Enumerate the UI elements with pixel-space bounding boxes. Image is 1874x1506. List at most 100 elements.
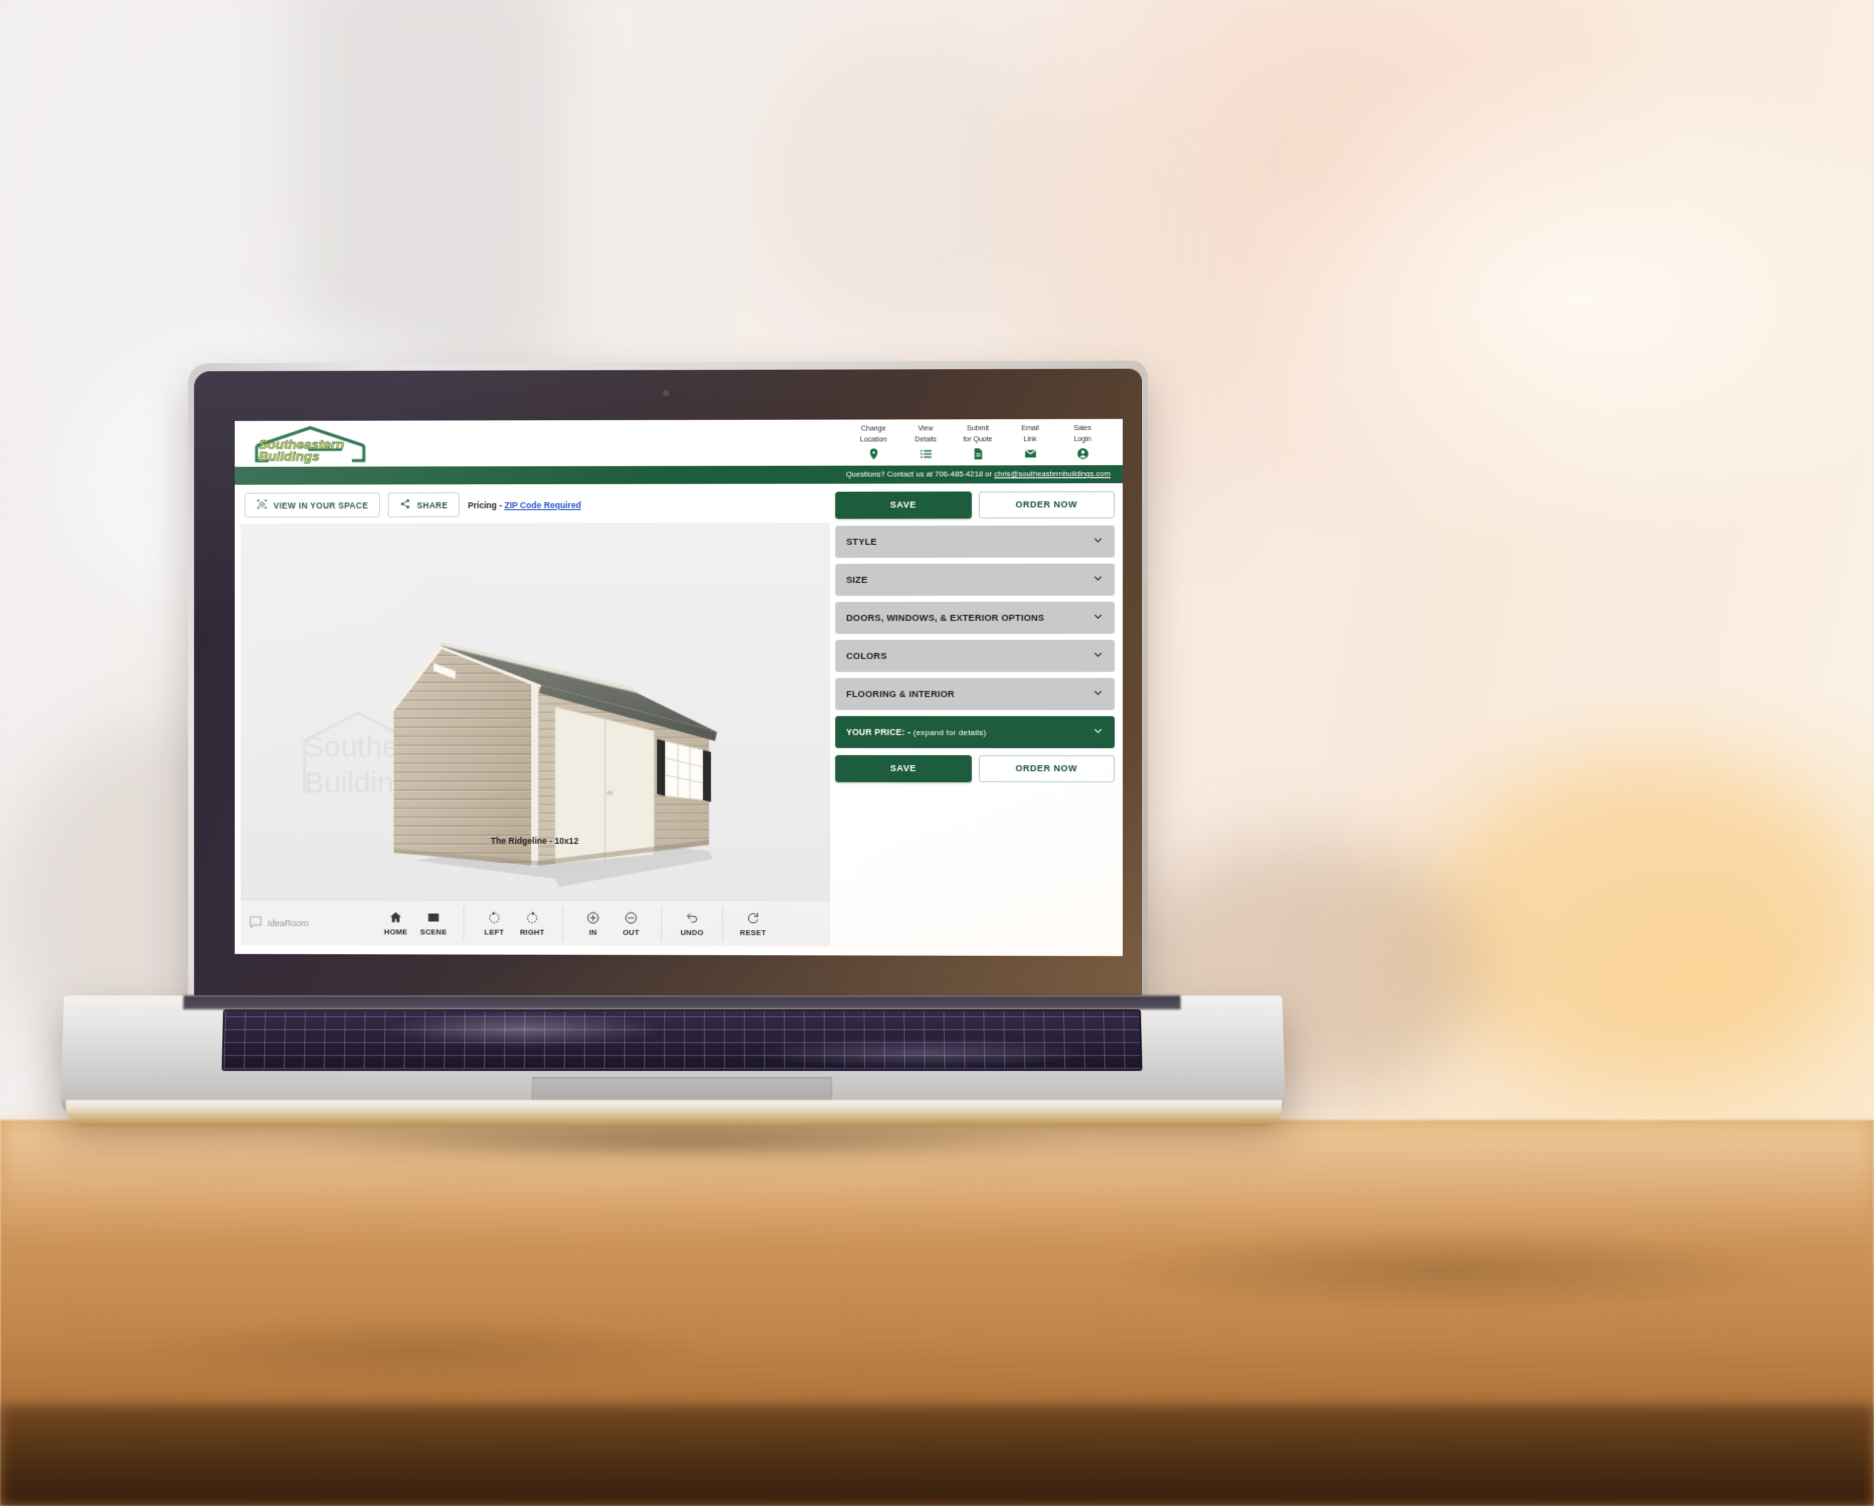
idearoom-branding: IdeaRoom xyxy=(249,915,366,931)
southeastern-buildings-logo[interactable]: Southeastern Buildings xyxy=(247,424,374,464)
scene-button[interactable]: SCENE xyxy=(415,910,453,936)
nav-label-line1: Email xyxy=(1021,423,1039,433)
nav-submit-for-quote[interactable]: Submit for Quote xyxy=(952,423,1004,460)
laptop-bezel: Southeastern Buildings Change Location V… xyxy=(194,368,1142,1002)
idearoom-label: IdeaRoom xyxy=(267,917,309,928)
accordion-flooring-interior-label: FLOORING & INTERIOR xyxy=(846,688,955,699)
account-icon xyxy=(1076,447,1089,460)
ar-cube-icon xyxy=(257,499,268,512)
chevron-down-icon xyxy=(1092,611,1103,624)
nav-label-line2: Login xyxy=(1073,433,1092,443)
toolbar-group-undo: UNDO xyxy=(661,906,723,941)
contact-email-link[interactable]: chris@southeasternbuildings.com xyxy=(994,469,1110,478)
laptop-mockup: Southeastern Buildings Change Location V… xyxy=(0,0,1874,1506)
options-panel: SAVE ORDER NOW STYLE SIZE DOORS, WINDOWS… xyxy=(835,489,1115,948)
document-icon xyxy=(971,447,984,460)
options-accordion: STYLE SIZE DOORS, WINDOWS, & EXTERIOR OP… xyxy=(835,525,1115,749)
pricing-note: Pricing - ZIP Code Required xyxy=(468,500,581,510)
shed-configurator-app: Southeastern Buildings Change Location V… xyxy=(234,418,1123,957)
chevron-down-icon xyxy=(1092,687,1103,700)
share-icon xyxy=(400,498,411,511)
undo-button[interactable]: UNDO xyxy=(673,911,711,937)
nav-email-link[interactable]: Email Link xyxy=(1004,423,1056,460)
order-now-button-bottom[interactable]: ORDER NOW xyxy=(978,755,1115,783)
home-label: HOME xyxy=(383,926,408,936)
toolbar-group-zoom: IN OUT xyxy=(562,906,662,941)
reset-label: RESET xyxy=(739,927,767,937)
model-name-label: The Ridgeline - 10x12 xyxy=(490,835,579,846)
zoom-out-button[interactable]: OUT xyxy=(612,910,650,936)
accordion-size-label: SIZE xyxy=(846,574,868,585)
nav-label-line2: Details xyxy=(914,433,937,443)
nav-label-line1: View xyxy=(917,423,934,433)
zoom-in-label: IN xyxy=(589,927,598,937)
accordion-flooring-interior[interactable]: FLOORING & INTERIOR xyxy=(835,677,1115,711)
map-pin-icon xyxy=(867,447,880,460)
shed-3d-model[interactable] xyxy=(380,629,719,900)
view-in-your-space-button[interactable]: VIEW IN YOUR SPACE xyxy=(244,492,381,518)
zoom-in-button[interactable]: IN xyxy=(574,910,612,936)
chevron-down-icon xyxy=(1092,649,1103,662)
laptop-base xyxy=(60,995,1286,1115)
share-label: SHARE xyxy=(416,499,448,510)
app-header: Southeastern Buildings Change Location V… xyxy=(234,418,1123,467)
zoom-out-label: OUT xyxy=(622,927,640,937)
options-button-row-bottom: SAVE ORDER NOW xyxy=(835,755,1115,783)
chevron-down-icon xyxy=(1092,534,1103,547)
scene-label: SCENE xyxy=(419,926,448,937)
svg-text:Buildings: Buildings xyxy=(259,449,321,464)
chevron-down-icon xyxy=(1092,725,1103,738)
nav-label-line2: Link xyxy=(1023,433,1037,443)
rotate-left-label: LEFT xyxy=(484,927,505,937)
rotate-right-label: RIGHT xyxy=(519,927,545,937)
reset-button[interactable]: RESET xyxy=(734,911,772,937)
price-value: - xyxy=(904,726,914,737)
laptop-lid: Southeastern Buildings Change Location V… xyxy=(188,360,1148,1004)
nav-change-location[interactable]: Change Location xyxy=(847,423,899,461)
nav-label-line2: for Quote xyxy=(963,433,993,443)
webcam-icon xyxy=(663,389,669,397)
options-button-row-top: SAVE ORDER NOW xyxy=(835,491,1115,519)
laptop-base-edge xyxy=(66,1100,1282,1126)
toolbar-group-rotate: LEFT RIGHT xyxy=(463,906,563,941)
chevron-down-icon xyxy=(1092,573,1103,586)
undo-label: UNDO xyxy=(680,927,704,937)
nav-label-line1: Submit xyxy=(966,423,989,433)
app-body: VIEW IN YOUR SPACE SHARE Pricing - ZIP C… xyxy=(234,483,1123,948)
save-button-top[interactable]: SAVE xyxy=(835,491,972,519)
accordion-style[interactable]: STYLE xyxy=(835,525,1115,558)
contact-text: Questions? Contact us at 706-485-4218 or xyxy=(845,469,995,479)
laptop-keyboard xyxy=(221,1009,1143,1071)
contact-bar: Questions? Contact us at 706-485-4218 or… xyxy=(234,465,1123,485)
browser-screen: Southeastern Buildings Change Location V… xyxy=(234,418,1123,957)
pricing-prefix: Pricing - xyxy=(467,499,505,510)
nav-label-line2: Location xyxy=(860,434,887,444)
toolbar-group-view: HOME SCENE xyxy=(366,906,464,940)
laptop-hinge xyxy=(183,995,1181,1010)
view-in-your-space-label: VIEW IN YOUR SPACE xyxy=(273,499,369,511)
accordion-style-label: STYLE xyxy=(846,536,877,547)
rotate-right-button[interactable]: RIGHT xyxy=(513,910,551,936)
zip-code-required-link[interactable]: ZIP Code Required xyxy=(504,500,581,510)
accordion-size[interactable]: SIZE xyxy=(835,563,1115,596)
idearoom-logo-icon xyxy=(249,915,263,931)
price-text: YOUR PRICE: - (expand for details) xyxy=(846,727,986,737)
list-icon xyxy=(919,447,932,460)
viewer-bottom-toolbar: IdeaRoom HOME SCENE LEFT RIGHT IN OUT UN… xyxy=(240,899,831,947)
viewer-top-toolbar: VIEW IN YOUR SPACE SHARE Pricing - ZIP C… xyxy=(241,490,831,524)
accordion-your-price[interactable]: YOUR PRICE: - (expand for details) xyxy=(835,716,1115,749)
price-label: YOUR PRICE: xyxy=(846,726,905,737)
nav-view-details[interactable]: View Details xyxy=(899,423,951,460)
accordion-colors[interactable]: COLORS xyxy=(835,639,1115,672)
home-button[interactable]: HOME xyxy=(377,910,415,936)
rotate-left-button[interactable]: LEFT xyxy=(475,910,513,936)
nav-label-line1: Change xyxy=(860,423,886,433)
save-button-bottom[interactable]: SAVE xyxy=(835,755,972,783)
nav-sales-login[interactable]: Sales Login xyxy=(1056,423,1108,460)
order-now-button-top[interactable]: ORDER NOW xyxy=(978,491,1115,519)
toolbar-group-reset: RESET xyxy=(722,906,784,941)
3d-model-viewer[interactable]: Southeastern Buildings The Ridgeline - 1… xyxy=(240,522,831,901)
price-hint: (expand for details) xyxy=(913,727,987,737)
accordion-doors-windows-exterior[interactable]: DOORS, WINDOWS, & EXTERIOR OPTIONS xyxy=(835,601,1115,634)
share-button[interactable]: SHARE xyxy=(388,492,460,518)
